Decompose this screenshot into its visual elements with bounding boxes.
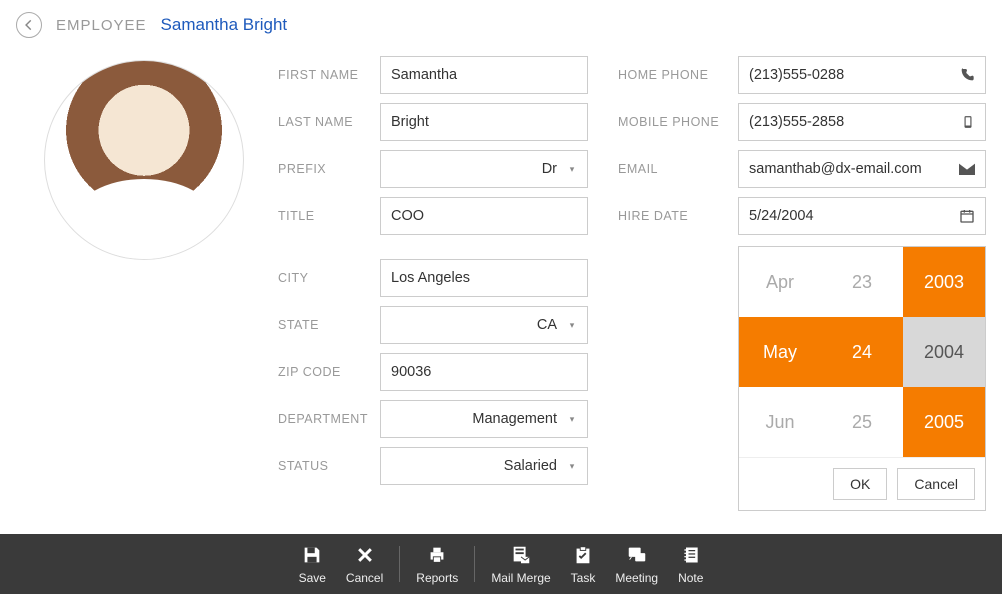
dp-month-2[interactable]: Jun bbox=[739, 387, 821, 457]
city-label: CITY bbox=[278, 271, 370, 285]
note-button[interactable]: Note bbox=[668, 543, 713, 585]
mobile-phone-label: MOBILE PHONE bbox=[618, 115, 728, 129]
printer-icon bbox=[426, 543, 448, 567]
dp-day-1[interactable]: 24 bbox=[821, 317, 903, 387]
save-icon bbox=[301, 543, 323, 567]
date-picker-cancel-button[interactable]: Cancel bbox=[897, 468, 975, 500]
mobile-icon bbox=[961, 114, 975, 130]
cancel-button[interactable]: Cancel bbox=[336, 543, 393, 585]
dp-month-1[interactable]: May bbox=[739, 317, 821, 387]
status-select[interactable]: Salaried▾ bbox=[380, 447, 588, 485]
bottom-toolbar: Save Cancel Reports Mail Merge Task Meet… bbox=[0, 534, 1002, 594]
first-name-label: FIRST NAME bbox=[278, 68, 370, 82]
note-icon bbox=[681, 543, 701, 567]
department-label: DEPARTMENT bbox=[278, 412, 370, 426]
zip-field[interactable]: 90036 bbox=[380, 353, 588, 391]
email-field[interactable]: samanthab@dx-email.com bbox=[738, 150, 986, 188]
date-picker-ok-button[interactable]: OK bbox=[833, 468, 887, 500]
hire-date-field[interactable]: 5/24/2004 bbox=[738, 197, 986, 235]
mail-icon bbox=[959, 162, 975, 176]
section-label: EMPLOYEE bbox=[56, 17, 147, 34]
dp-year-1[interactable]: 2004 bbox=[903, 317, 985, 387]
chevron-down-icon: ▾ bbox=[567, 461, 577, 472]
close-icon bbox=[355, 543, 375, 567]
meeting-icon bbox=[626, 543, 648, 567]
title-label: TITLE bbox=[278, 209, 370, 223]
last-name-label: LAST NAME bbox=[278, 115, 370, 129]
page-title: Samantha Bright bbox=[161, 15, 288, 35]
chevron-down-icon: ▾ bbox=[567, 164, 577, 175]
title-field[interactable]: COO bbox=[380, 197, 588, 235]
state-label: STATE bbox=[278, 318, 370, 332]
task-icon bbox=[572, 543, 594, 567]
dp-day-2[interactable]: 25 bbox=[821, 387, 903, 457]
first-name-field[interactable]: Samantha bbox=[380, 56, 588, 94]
hire-date-label: HIRE DATE bbox=[618, 209, 728, 223]
mailmerge-icon bbox=[510, 543, 532, 567]
mailmerge-button[interactable]: Mail Merge bbox=[481, 543, 560, 585]
email-label: EMAIL bbox=[618, 162, 728, 176]
back-button[interactable] bbox=[16, 12, 42, 38]
status-label: STATUS bbox=[278, 459, 370, 473]
calendar-icon bbox=[959, 208, 975, 224]
save-button[interactable]: Save bbox=[289, 543, 336, 585]
reports-button[interactable]: Reports bbox=[406, 543, 468, 585]
chevron-down-icon: ▾ bbox=[567, 320, 577, 331]
avatar bbox=[44, 60, 244, 260]
meeting-button[interactable]: Meeting bbox=[605, 543, 668, 585]
state-select[interactable]: CA▾ bbox=[380, 306, 588, 344]
dp-month-0[interactable]: Apr bbox=[739, 247, 821, 317]
page-header: EMPLOYEE Samantha Bright bbox=[0, 0, 1002, 50]
mobile-phone-field[interactable]: (213)555-2858 bbox=[738, 103, 986, 141]
date-picker: Apr 23 2003 May 24 2004 Jun 25 2005 OK C… bbox=[738, 246, 986, 511]
city-field[interactable]: Los Angeles bbox=[380, 259, 588, 297]
department-select[interactable]: Management▾ bbox=[380, 400, 588, 438]
dp-year-2[interactable]: 2005 bbox=[903, 387, 985, 457]
zip-label: ZIP CODE bbox=[278, 365, 370, 379]
phone-icon bbox=[959, 67, 975, 83]
dp-year-0[interactable]: 2003 bbox=[903, 247, 985, 317]
chevron-down-icon: ▾ bbox=[567, 414, 577, 425]
prefix-label: PREFIX bbox=[278, 162, 370, 176]
home-phone-field[interactable]: (213)555-0288 bbox=[738, 56, 986, 94]
prefix-select[interactable]: Dr▾ bbox=[380, 150, 588, 188]
task-button[interactable]: Task bbox=[561, 543, 606, 585]
last-name-field[interactable]: Bright bbox=[380, 103, 588, 141]
home-phone-label: HOME PHONE bbox=[618, 68, 728, 82]
dp-day-0[interactable]: 23 bbox=[821, 247, 903, 317]
